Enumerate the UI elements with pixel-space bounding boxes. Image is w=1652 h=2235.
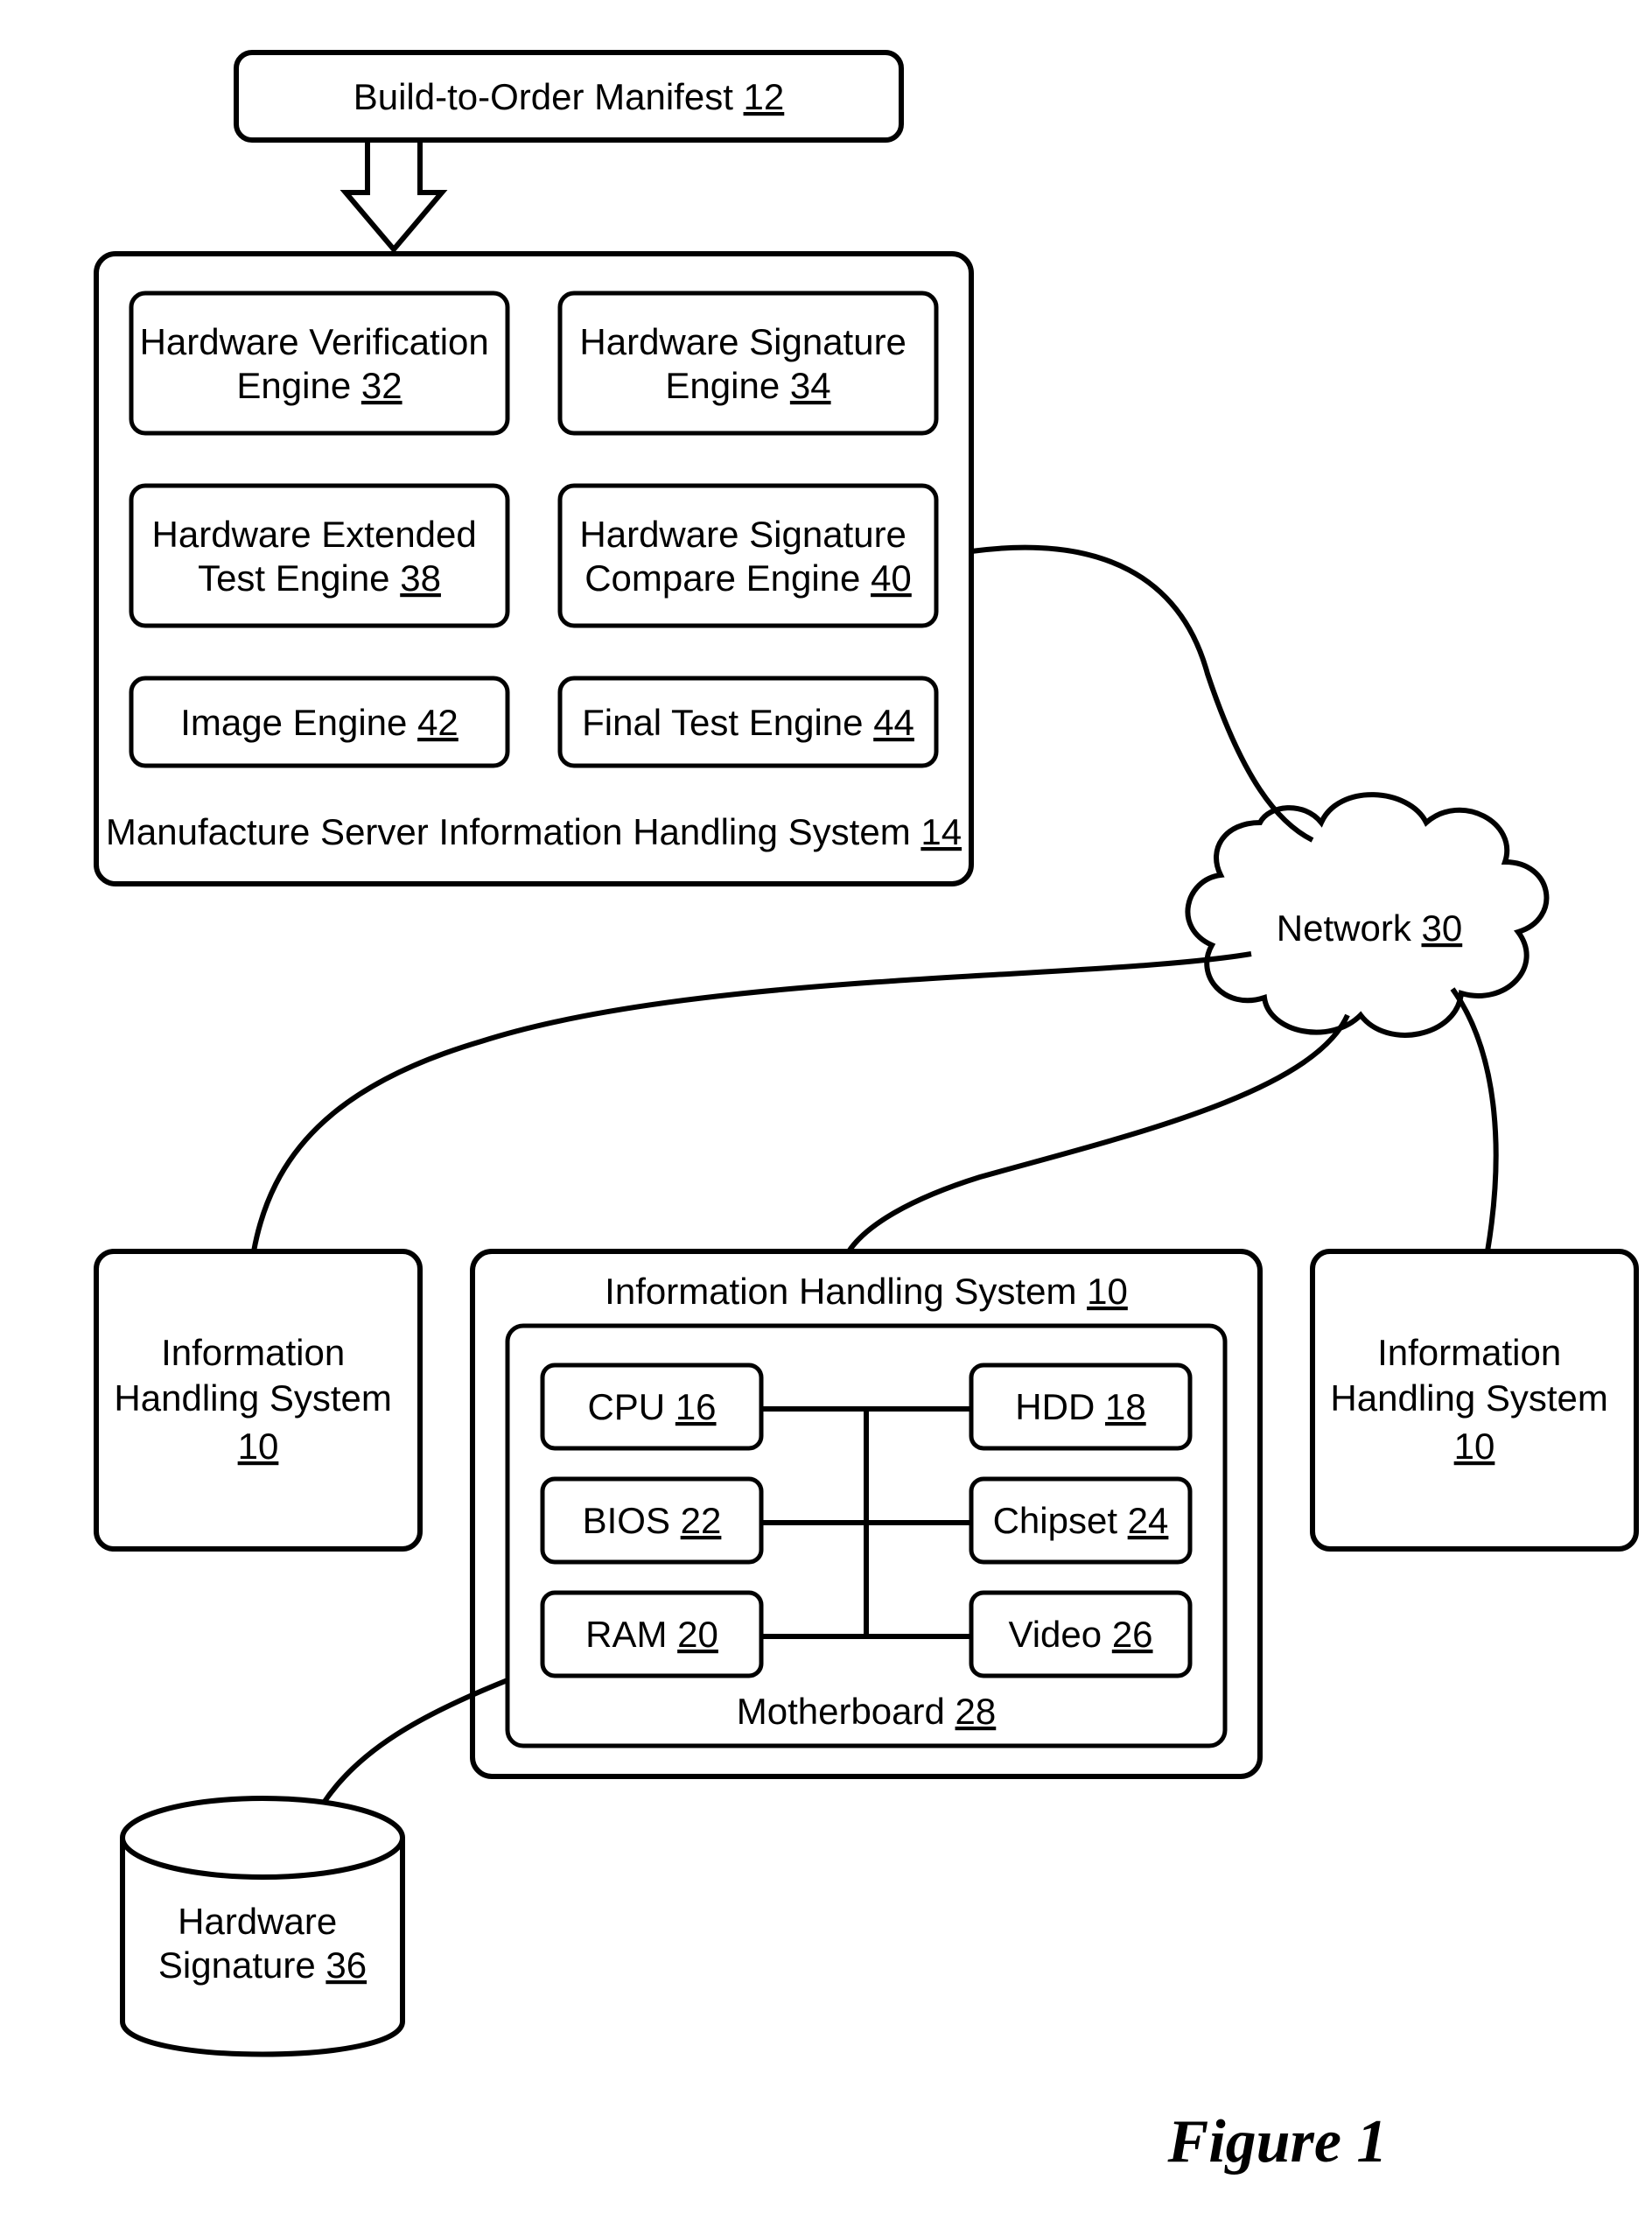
network-label: Network 30 (1277, 907, 1462, 949)
cpu-box: CPU 16 (587, 1386, 716, 1427)
db-label: Hardware Signature 36 (158, 1901, 367, 1986)
svg-text:Information Handling Sys: Information Handling System 10 (1330, 1332, 1618, 1467)
network-cloud: Network 30 (1187, 795, 1546, 1035)
svg-text:Information Handling Sys: Information Handling System 10 (114, 1332, 402, 1467)
connector-cloud-ihs-right (1452, 989, 1496, 1251)
engine-image: Image Engine 42 (180, 702, 458, 743)
engine-final-test: Final Test Engine 44 (582, 702, 914, 743)
ihs-left: Information Handling System 10 (96, 1251, 420, 1549)
figure-caption: Figure 1 (1167, 2108, 1388, 2175)
connector-server-cloud (971, 548, 1312, 840)
hdd-box: HDD 18 (1015, 1386, 1145, 1427)
connector-cloud-ihs-left (254, 954, 1251, 1251)
engine-hw-sig-compare: Hardware Signature Compare Engine 40 (579, 514, 916, 599)
ram-box: RAM 20 (585, 1614, 718, 1655)
db-cylinder: Hardware Signature 36 (122, 1798, 402, 2055)
connector-cloud-ihs-center (849, 1015, 1348, 1251)
server-label: Manufacture Server Information Handling … (106, 811, 962, 852)
connector-ihs-db (324, 1680, 508, 1803)
ihs-center-label: Information Handling System 10 (605, 1271, 1128, 1312)
engine-hw-signature: Hardware Signature Engine 34 (579, 321, 916, 406)
server-box: Hardware Verification Engine 32 Hardware… (96, 254, 971, 884)
video-box: Video 26 (1008, 1614, 1152, 1655)
ihs-right: Information Handling System 10 (1312, 1251, 1636, 1549)
engine-hw-ext-test: Hardware Extended Test Engine 38 (152, 514, 487, 599)
manifest-box: Build-to-Order Manifest 12 (236, 53, 901, 140)
motherboard-label: Motherboard 28 (737, 1691, 997, 1732)
engine-hw-verification: Hardware Verification Engine 32 (140, 321, 500, 406)
arrow-manifest-to-server (346, 140, 442, 249)
ihs-center: Information Handling System 10 CPU 16 BI… (472, 1251, 1260, 1776)
chipset-box: Chipset 24 (993, 1500, 1169, 1541)
diagram-root: Build-to-Order Manifest 12 Hardware Veri… (0, 0, 1652, 2235)
manifest-label: Build-to-Order Manifest 12 (354, 76, 785, 117)
bios-box: BIOS 22 (583, 1500, 722, 1541)
